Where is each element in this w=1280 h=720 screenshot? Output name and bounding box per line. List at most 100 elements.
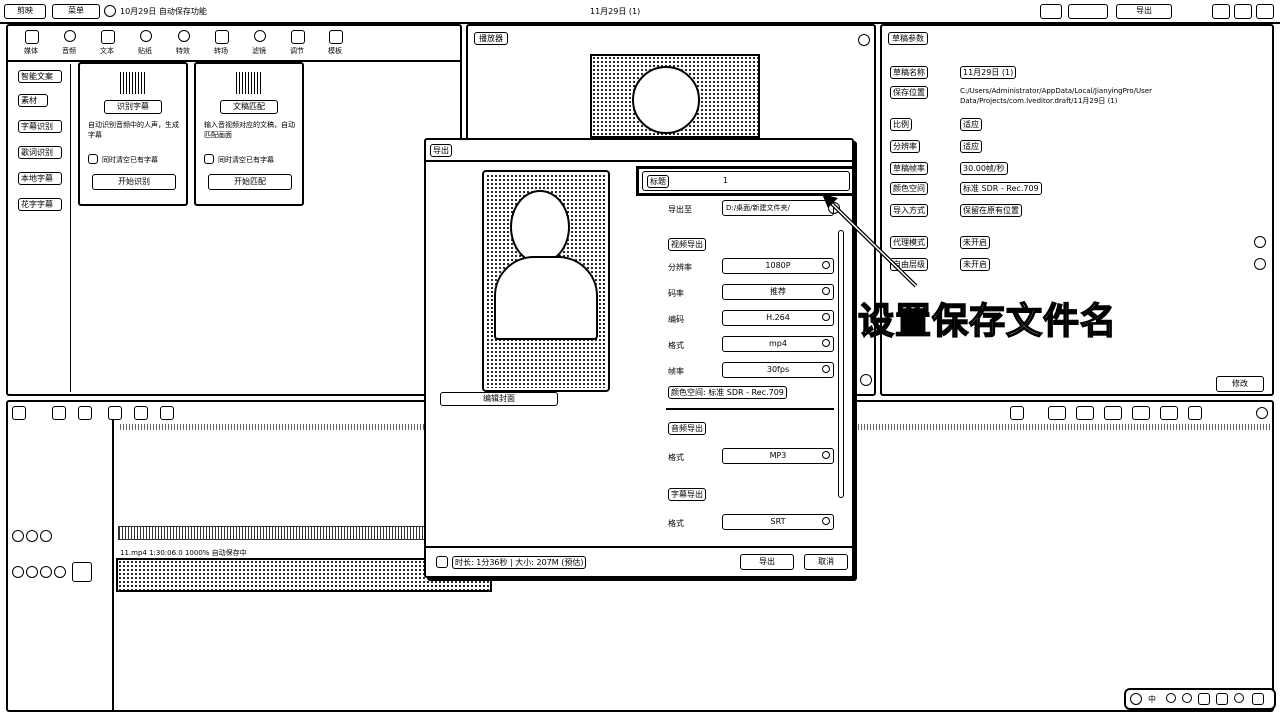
toolbar-item-sticker[interactable]: 贴纸: [132, 28, 162, 58]
layer-info-icon[interactable]: [1254, 258, 1266, 270]
ime-mode[interactable]: 中: [1148, 694, 1156, 705]
edit-cover-button[interactable]: 编辑封面: [440, 392, 558, 406]
mute-icon[interactable]: [40, 530, 52, 542]
video-clip-label: 11.mp4 1:30:06.0 1000% 自动保存中: [120, 549, 247, 557]
chevron-down-icon: [822, 339, 830, 347]
cover-preview: [482, 170, 610, 392]
playhead[interactable]: [112, 420, 114, 710]
window-maximize-button[interactable]: [1234, 4, 1252, 19]
script-match-icon: [236, 72, 262, 94]
toolbar-item-effects[interactable]: 特效: [170, 28, 200, 58]
player-menu-icon[interactable]: [858, 34, 870, 46]
caption-export-toggle[interactable]: 字幕导出: [668, 488, 706, 501]
menu-button[interactable]: 菜单: [52, 4, 100, 19]
undo-icon[interactable]: [52, 406, 66, 420]
option-value: 推荐: [770, 287, 786, 296]
app-logo-button[interactable]: 剪映: [4, 4, 46, 19]
sidebar-item-smart-script[interactable]: 智能文案: [18, 70, 62, 83]
cover-icon[interactable]: [72, 562, 92, 582]
toolbox-icon[interactable]: [1252, 693, 1264, 705]
video-export-toggle[interactable]: 视频导出: [668, 238, 706, 251]
delete-right-icon[interactable]: [160, 406, 174, 420]
filter-icon: [254, 30, 266, 42]
cancel-button[interactable]: 取消: [804, 554, 848, 570]
settings-icon[interactable]: [1234, 693, 1244, 703]
toolbar-item-transition[interactable]: 转场: [208, 28, 238, 58]
visibility-icon[interactable]: [26, 530, 38, 542]
caption-track: [118, 526, 430, 540]
clear-captions-checkbox[interactable]: 同时清空已有字幕: [204, 154, 298, 166]
start-recognition-button[interactable]: 开始识别: [92, 174, 176, 190]
zoom-fit-icon[interactable]: [1188, 406, 1202, 420]
sidebar-item-lyrics-recognition[interactable]: 歌词识别: [18, 146, 62, 159]
window-close-button[interactable]: [1256, 4, 1274, 19]
link-icon[interactable]: [1048, 406, 1066, 420]
mic-icon[interactable]: [1182, 693, 1192, 703]
window-minimize-button[interactable]: [1212, 4, 1230, 19]
toolbar-item-audio[interactable]: 音频: [56, 28, 86, 58]
audio-format-dropdown[interactable]: MP3: [722, 448, 834, 464]
snap-icon[interactable]: [1076, 406, 1094, 420]
proxy-info-icon[interactable]: [1254, 236, 1266, 248]
card-description: 输入音视频对应的文稿，自动匹配画面: [204, 121, 295, 139]
caption-clip[interactable]: [118, 526, 428, 540]
prop-value: 11月29日 (1): [960, 66, 1017, 79]
path-field[interactable]: D:/桌面/新建文件夹/: [722, 200, 834, 216]
sidebar: 智能文案 素材 字幕识别 歌词识别 本地字幕 花字字幕: [10, 64, 71, 392]
export-top-button[interactable]: 导出: [1116, 4, 1172, 19]
mute-icon[interactable]: [40, 566, 52, 578]
toolbar-item-template[interactable]: 模板: [322, 28, 352, 58]
option-value: H.264: [766, 313, 790, 322]
codec-dropdown[interactable]: H.264: [722, 310, 834, 326]
sidebar-item-local-captions[interactable]: 本地字幕: [18, 172, 62, 185]
audio-export-toggle[interactable]: 音频导出: [668, 422, 706, 435]
toolbar-label: 音频: [62, 47, 76, 55]
delete-left-icon[interactable]: [134, 406, 148, 420]
layout-button[interactable]: [1068, 4, 1108, 19]
export-confirm-button[interactable]: 导出: [740, 554, 794, 570]
window-title: 11月29日 (1): [590, 7, 641, 16]
modify-button[interactable]: 修改: [1216, 376, 1264, 392]
lock-icon[interactable]: [12, 530, 24, 542]
bitrate-dropdown[interactable]: 推荐: [722, 284, 834, 300]
sidebar-item-styled-captions[interactable]: 花字字幕: [18, 198, 62, 211]
punctuation-icon[interactable]: [1166, 693, 1176, 703]
caption-format-dropdown[interactable]: SRT: [722, 514, 834, 530]
redo-icon[interactable]: [78, 406, 92, 420]
caption-recognition-icon: [120, 72, 146, 94]
ime-logo-icon[interactable]: [1130, 693, 1142, 705]
split-icon[interactable]: [108, 406, 122, 420]
format-dropdown[interactable]: mp4: [722, 336, 834, 352]
sidebar-item-assets[interactable]: 素材: [18, 94, 48, 107]
filename-input[interactable]: [723, 174, 843, 186]
lock-icon[interactable]: [12, 566, 24, 578]
select-tool-icon[interactable]: [12, 406, 26, 420]
toolbar-item-filter[interactable]: 滤镜: [246, 28, 276, 58]
sidebar-item-caption-recognition[interactable]: 字幕识别: [18, 120, 62, 133]
shortcut-button[interactable]: [1040, 4, 1062, 19]
player-fullscreen-icon[interactable]: [860, 374, 872, 386]
mic-icon[interactable]: [1010, 406, 1024, 420]
timeline-settings-icon[interactable]: [1256, 407, 1268, 419]
audio-icon[interactable]: [54, 566, 66, 578]
autosave-icon: [104, 5, 116, 17]
skin-icon[interactable]: [1216, 693, 1228, 705]
toolbar-label: 贴纸: [138, 47, 152, 55]
clear-captions-checkbox[interactable]: 同时清空已有字幕: [88, 154, 182, 166]
template-icon: [329, 30, 343, 44]
zoom-in-icon[interactable]: [1160, 406, 1178, 420]
card-description: 自动识别音频中的人声，生成字幕: [88, 121, 179, 139]
toolbar-item-media[interactable]: 媒体: [18, 28, 48, 58]
toolbar-label: 转场: [214, 47, 228, 55]
framerate-dropdown[interactable]: 30fps: [722, 362, 834, 378]
prop-value: 未开启: [960, 258, 990, 271]
adjust-icon: [291, 30, 305, 44]
keyboard-icon[interactable]: [1198, 693, 1210, 705]
preview-axis-icon[interactable]: [1104, 406, 1122, 420]
toolbar-item-adjust[interactable]: 调节: [284, 28, 314, 58]
zoom-out-icon[interactable]: [1132, 406, 1150, 420]
resolution-dropdown[interactable]: 1080P: [722, 258, 834, 274]
toolbar-item-text[interactable]: 文本: [94, 28, 124, 58]
start-match-button[interactable]: 开始匹配: [208, 174, 292, 190]
visibility-icon[interactable]: [26, 566, 38, 578]
